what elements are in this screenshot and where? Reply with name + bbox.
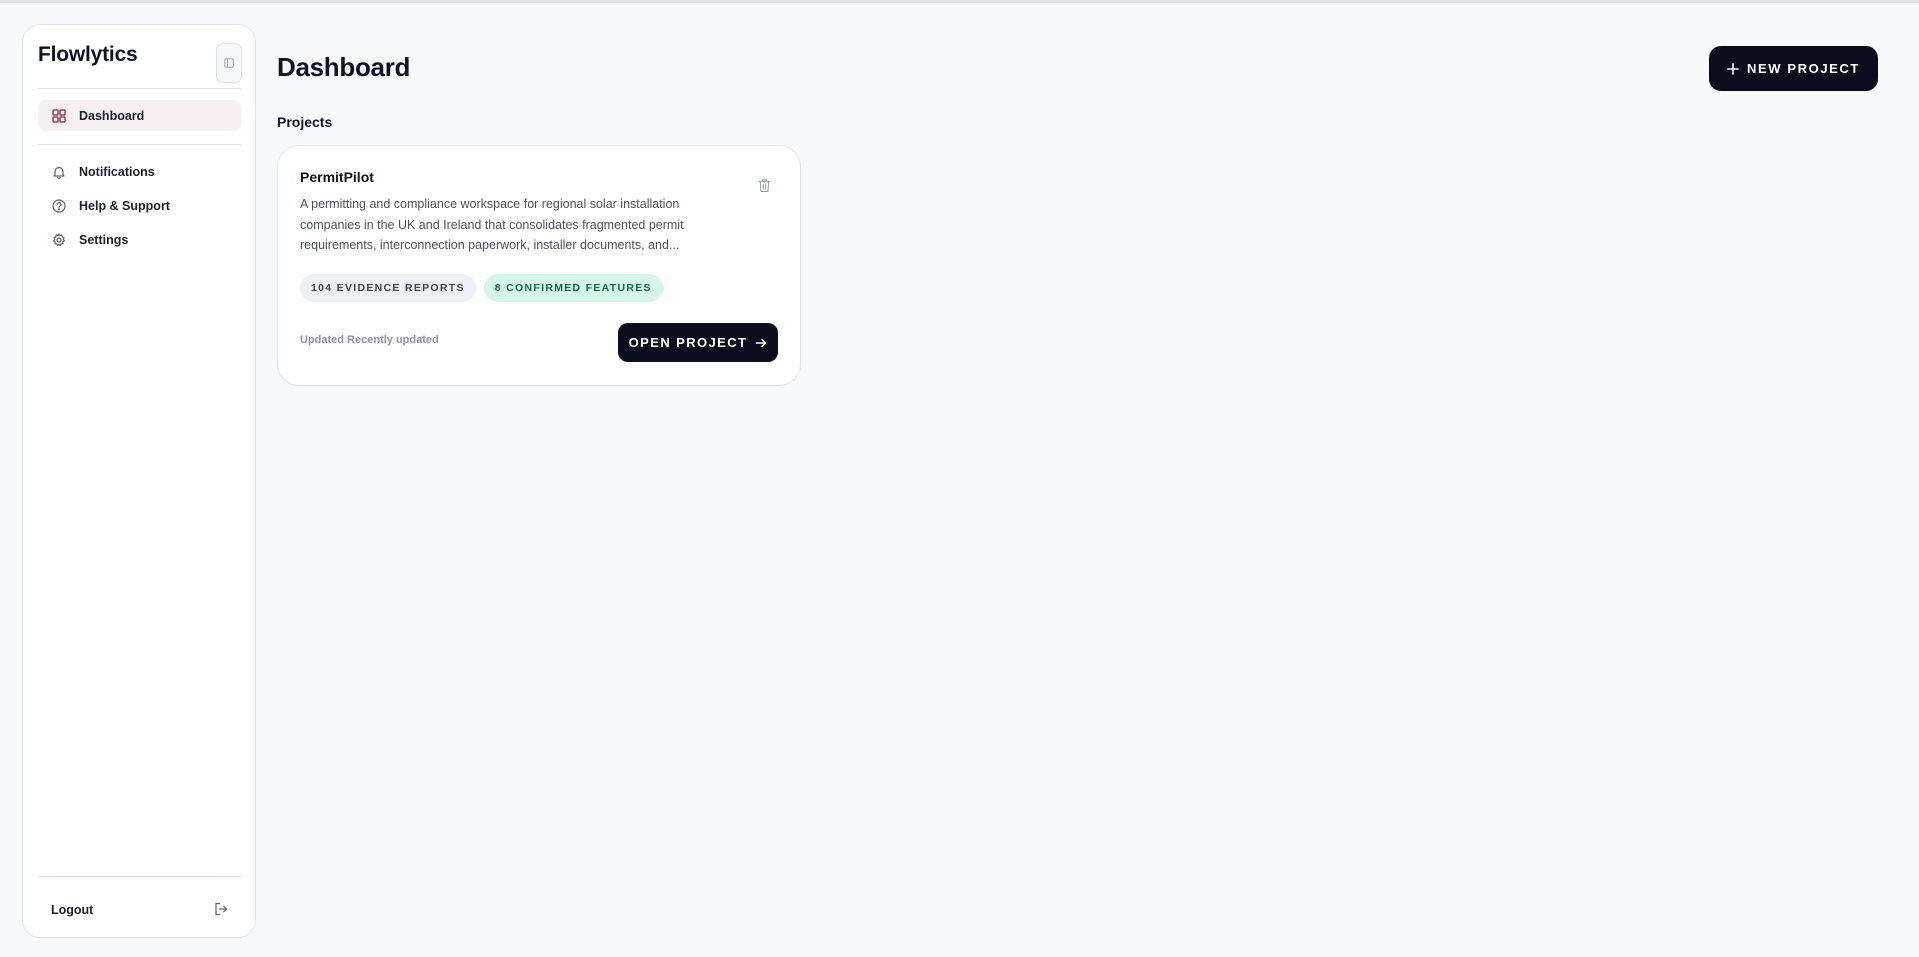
arrow-right-icon xyxy=(756,338,767,347)
plus-icon xyxy=(1727,62,1739,75)
gear-icon xyxy=(51,232,67,248)
sidebar-item-label: Notifications xyxy=(79,164,155,179)
trash-icon xyxy=(757,178,771,192)
page-title: Dashboard xyxy=(277,52,411,82)
help-circle-icon xyxy=(51,198,67,214)
sidebar-item-notifications[interactable]: Notifications xyxy=(38,156,241,187)
project-updated-text: Updated Recently updated xyxy=(300,334,439,346)
top-border xyxy=(0,0,1919,3)
new-project-label: NEW PROJECT xyxy=(1747,61,1860,76)
project-description: A permitting and compliance workspace fo… xyxy=(300,197,684,252)
sidebar-item-dashboard[interactable]: Dashboard xyxy=(38,100,241,131)
logout-icon xyxy=(214,902,228,919)
sidebar-item-label: Settings xyxy=(79,232,129,247)
project-name: PermitPilot xyxy=(300,169,374,185)
open-project-button[interactable]: OPEN PROJECT xyxy=(618,323,778,362)
sidebar-item-label: Help & Support xyxy=(79,198,170,213)
grid-icon xyxy=(51,108,67,124)
sidebar-item-help-support[interactable]: Help & Support xyxy=(38,190,241,221)
sidebar-collapse-button[interactable] xyxy=(216,43,242,83)
project-card: PermitPilot A permitting and compliance … xyxy=(277,145,801,386)
delete-project-button[interactable] xyxy=(756,176,772,194)
sidebar: Flowlytics Dashboard Notifications Help … xyxy=(22,24,256,938)
sidebar-item-settings[interactable]: Settings xyxy=(38,224,241,255)
app-logo-text: Flowlytics xyxy=(38,43,138,66)
project-badges: 104 EVIDENCE REPORTS 8 CONFIRMED FEATURE… xyxy=(300,274,663,302)
sidebar-item-label: Dashboard xyxy=(79,108,145,123)
logout-button[interactable]: Logout xyxy=(38,895,241,925)
sidebar-divider xyxy=(38,144,241,145)
logout-label: Logout xyxy=(51,903,94,917)
sidebar-divider xyxy=(38,876,241,877)
evidence-reports-badge: 104 EVIDENCE REPORTS xyxy=(300,274,476,302)
sidebar-divider xyxy=(38,88,241,89)
projects-section-title: Projects xyxy=(277,114,333,130)
sidebar-toggle-icon xyxy=(224,58,234,68)
bell-icon xyxy=(51,164,67,180)
confirmed-features-badge: 8 CONFIRMED FEATURES xyxy=(483,274,663,302)
new-project-button[interactable]: NEW PROJECT xyxy=(1709,46,1878,91)
open-project-label: OPEN PROJECT xyxy=(628,335,748,350)
